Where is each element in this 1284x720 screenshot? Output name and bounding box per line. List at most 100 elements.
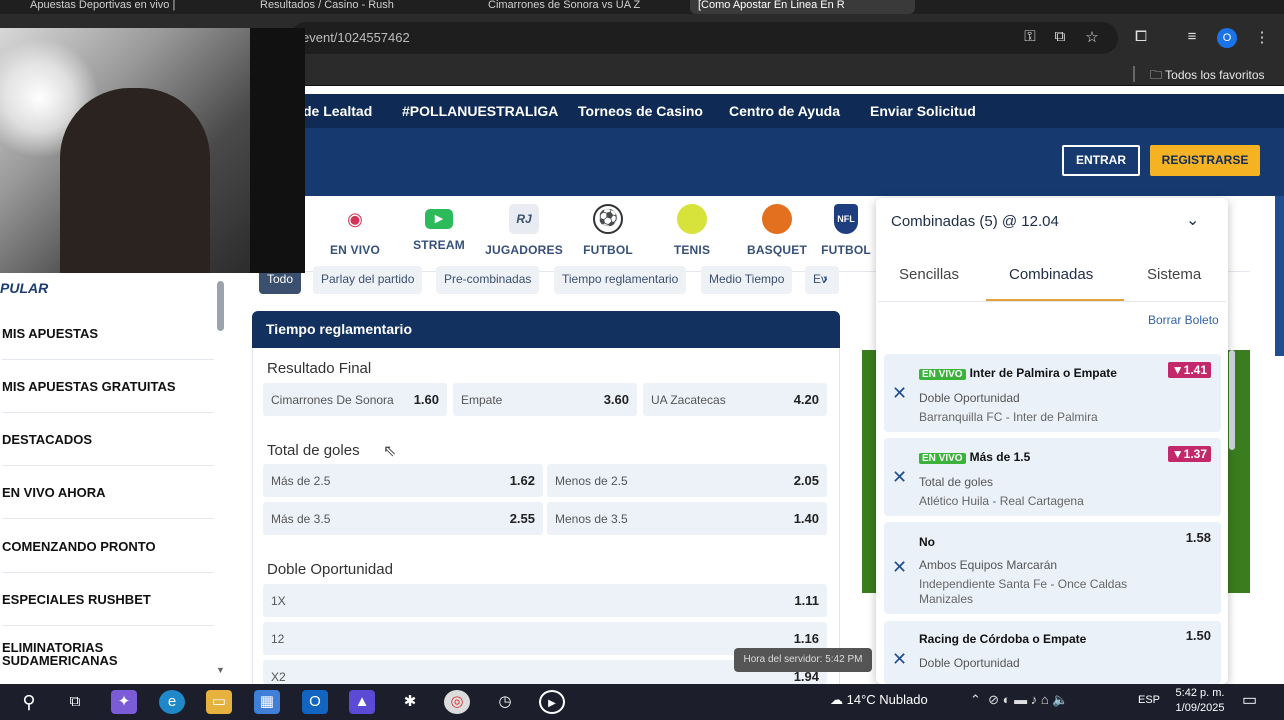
system-tray[interactable]: ⌃ ⊘ ◐ ▬ ♪ ⌂ 🔈 (970, 692, 1069, 708)
mouse-cursor-icon: ⇖ (383, 443, 397, 460)
sport-tenis[interactable]: TENIS (652, 204, 732, 257)
login-button[interactable]: ENTRAR (1062, 145, 1140, 176)
odd-button[interactable]: Más de 2.5 1.62 (263, 464, 543, 497)
page-scrollbar[interactable] (1275, 196, 1284, 356)
nav-loyalty[interactable]: de Lealtad (303, 103, 372, 119)
betslip-tab-sistema[interactable]: Sistema (1147, 266, 1201, 283)
address-bar[interactable] (290, 22, 1118, 54)
video-editor-icon[interactable]: ▲ (349, 690, 375, 714)
browser-tab[interactable]: Cimarrones de Sonora vs UA Z (480, 0, 680, 14)
sidebar-scrollbar[interactable] (217, 281, 224, 331)
odd-button[interactable]: UA Zacatecas 4.20 (643, 383, 827, 416)
media-player-icon[interactable]: ▶ (539, 690, 565, 714)
notification-icon[interactable]: ▭ (1242, 690, 1257, 710)
odd-button[interactable]: 1X 1.11 (263, 584, 827, 617)
sidebar-item-mis-apuestas-gratuitas[interactable]: MIS APUESTAS GRATUITAS (2, 360, 214, 413)
weather-widget[interactable]: ☁ 14°C Nublado (830, 692, 928, 708)
nav-casino-tournaments[interactable]: Torneos de Casino (578, 103, 703, 119)
outlook-icon[interactable]: O (302, 690, 328, 714)
key-icon[interactable]: ⚿ (1020, 28, 1040, 45)
network-icon[interactable]: ⌂ (1041, 692, 1049, 707)
sport-en-vivo[interactable]: ◉ EN VIVO (315, 204, 395, 257)
search-icon[interactable]: ⚲ (16, 690, 42, 714)
betslip-scrollbar[interactable] (1229, 350, 1235, 450)
betslip-title[interactable]: Combinadas (5) @ 12.04 (891, 213, 1059, 230)
sport-basquet[interactable]: BASQUET (737, 204, 817, 257)
market-tab-tiempo-reglamentario[interactable]: Tiempo reglamentario (554, 266, 687, 294)
nav-pollanuestraliga[interactable]: #POLLANUESTRALIGA (402, 103, 558, 119)
nav-send-request[interactable]: Enviar Solicitud (870, 103, 976, 119)
language-indicator[interactable]: ESP (1138, 694, 1160, 706)
sidebar-item-en-vivo-ahora[interactable]: EN VIVO AHORA (2, 466, 214, 519)
odd-name: Cimarrones De Sonora (271, 393, 394, 407)
sidebar-item-mis-apuestas[interactable]: MIS APUESTAS (2, 307, 214, 360)
odd-button[interactable]: Más de 3.5 2.55 (263, 502, 543, 535)
register-button[interactable]: REGISTRARSE (1150, 145, 1260, 176)
bet-item[interactable]: ✕ EN VIVO Inter de Palmira o Empate Doble… (884, 354, 1221, 432)
bet-item[interactable]: ✕ Racing de Córdoba o Empate Doble Oport… (884, 621, 1221, 684)
clock[interactable]: 5:42 p. m. 1/09/2025 (1172, 686, 1228, 716)
sport-futbol[interactable]: ⚽ FUTBOL (568, 204, 648, 257)
odd-button[interactable]: Cimarrones De Sonora 1.60 (263, 383, 447, 416)
chrome-icon[interactable]: ◎ (444, 690, 470, 714)
tray-app-icon[interactable]: ⊘ (988, 692, 999, 707)
browser-tab[interactable]: Apuestas Deportivas en vivo | (22, 0, 212, 14)
profile-avatar[interactable]: O (1217, 28, 1237, 48)
copilot-icon[interactable]: ✦ (111, 690, 137, 714)
bookmark-star-icon[interactable]: ☆ (1082, 28, 1102, 46)
bet-event: Barranquilla FC - Inter de Palmira (919, 410, 1098, 424)
url-text[interactable]: event/1024557462 (302, 30, 410, 45)
bet-event: Atlético Huila - Real Cartagena (919, 494, 1084, 508)
nav-help-center[interactable]: Centro de Ayuda (729, 103, 840, 119)
market-tab-medio-tiempo[interactable]: Medio Tiempo (701, 266, 793, 294)
market-tab-parlay[interactable]: Parlay del partido (313, 266, 423, 294)
odd-button[interactable]: Menos de 3.5 1.40 (547, 502, 827, 535)
more-menu-icon[interactable]: ⋮ (1252, 28, 1272, 46)
media-control-icon[interactable]: ≡ (1182, 28, 1202, 45)
chevron-down-icon[interactable]: ⌄ (1186, 210, 1199, 230)
sidebar-item-comenzando-pronto[interactable]: COMENZANDO PRONTO (2, 520, 214, 573)
sport-jugadores[interactable]: RJ JUGADORES (484, 204, 564, 257)
task-view-icon[interactable]: ⧉ (62, 690, 88, 714)
tray-app-icon[interactable]: ▬ (1014, 692, 1027, 707)
odd-name: UA Zacatecas (651, 393, 726, 407)
browser-tab[interactable]: Resultados / Casino - Rush (252, 0, 442, 14)
remove-bet-icon[interactable]: ✕ (892, 383, 907, 404)
file-explorer-icon[interactable]: ▭ (206, 690, 232, 714)
bet-item[interactable]: ✕ EN VIVO Más de 1.5 Total de goles Atlét… (884, 438, 1221, 516)
remove-bet-icon[interactable]: ✕ (892, 557, 907, 578)
sidebar-item-destacados[interactable]: DESTACADOS (2, 413, 214, 466)
remove-bet-icon[interactable]: ✕ (892, 467, 907, 488)
market-tab-precombinadas[interactable]: Pre-combinadas (436, 266, 540, 294)
microphone-icon[interactable]: ♪ (1031, 692, 1038, 707)
odd-button[interactable]: Empate 3.60 (453, 383, 637, 416)
volume-icon[interactable]: 🔈 (1052, 692, 1068, 707)
play-icon: ▶ (425, 209, 453, 229)
extensions-icon[interactable]: ⧠ (1131, 28, 1151, 45)
tray-overflow-icon[interactable]: ⌃ (970, 692, 981, 707)
app-icon[interactable]: ✱ (397, 690, 423, 714)
tray-app-icon[interactable]: ◐ (1003, 692, 1011, 707)
edge-icon[interactable]: e (159, 690, 185, 714)
market-tab-more[interactable]: Ev (805, 266, 839, 294)
scroll-down-arrow-icon[interactable]: ▼ (216, 665, 225, 675)
betslip-tab-sencillas[interactable]: Sencillas (899, 266, 959, 283)
market-title-doble: Doble Oportunidad (267, 561, 393, 578)
rj-logo-icon: RJ (509, 204, 539, 234)
odd-button[interactable]: Menos de 2.5 2.05 (547, 464, 827, 497)
browser-tab-active[interactable]: [Como Apostar En Linea En R (690, 0, 915, 14)
remove-bet-icon[interactable]: ✕ (892, 649, 907, 670)
bet-item[interactable]: ✕ No Ambos Equipos Marcarán Independient… (884, 522, 1221, 614)
clear-betslip-link[interactable]: Borrar Boleto (1148, 313, 1219, 327)
install-app-icon[interactable]: ⧉ (1050, 28, 1070, 45)
recorder-icon[interactable]: ◷ (492, 690, 518, 714)
sidebar-item-especiales-rushbet[interactable]: ESPECIALES RUSHBET (2, 573, 214, 626)
store-icon[interactable]: ▦ (254, 690, 280, 714)
sidebar-item-eliminatorias[interactable]: ELIMINATORIAS SUDAMERICANAS (2, 634, 162, 674)
chevron-right-icon[interactable]: › (823, 270, 828, 286)
betslip-tab-combinadas[interactable]: Combinadas (1009, 266, 1093, 283)
all-bookmarks-folder[interactable]: 🗀 Todos los favoritos (1150, 66, 1265, 87)
odd-name: Más de 2.5 (271, 474, 331, 488)
sport-futbol-americano[interactable]: NFL FUTBOL (815, 204, 877, 257)
sport-stream[interactable]: ▶ STREAM (399, 204, 479, 252)
